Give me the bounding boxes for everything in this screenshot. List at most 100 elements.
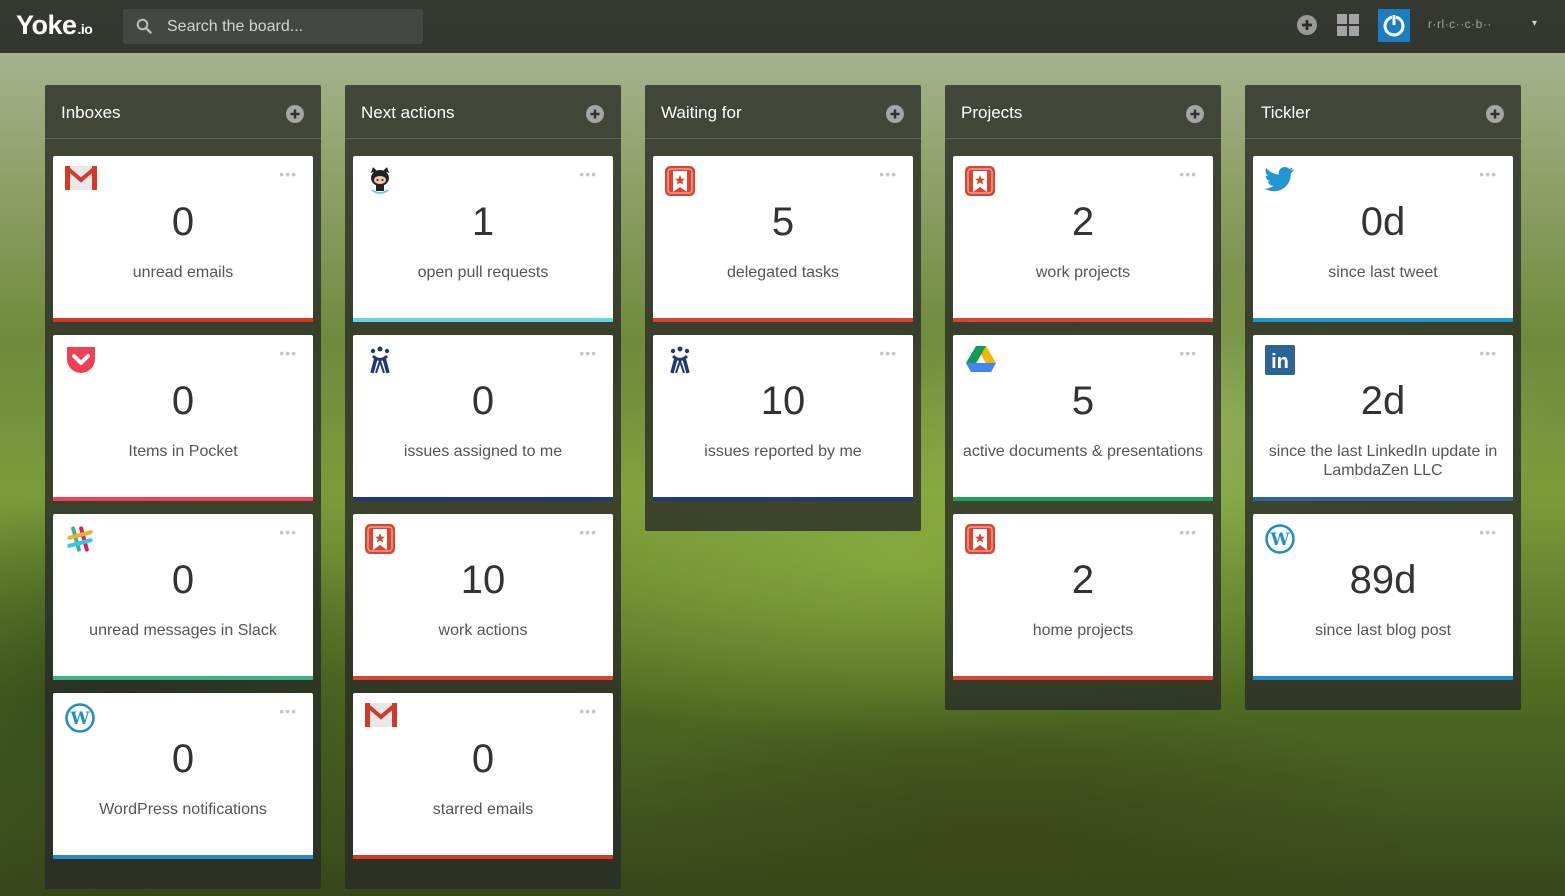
card-value: 0 <box>171 379 195 423</box>
search-box[interactable] <box>123 9 423 44</box>
card-color-bar <box>953 497 1213 501</box>
card-value: 1 <box>471 200 495 244</box>
slack-icon <box>65 524 97 554</box>
card-menu-icon[interactable]: ••• <box>1179 524 1197 540</box>
card-menu-icon[interactable]: ••• <box>279 524 297 540</box>
column-title: Inboxes <box>61 103 121 122</box>
widget-card[interactable]: ••• 10 issues reported by me <box>653 335 913 501</box>
widget-card[interactable]: ••• 5 active documents & presentations <box>953 335 1213 501</box>
card-menu-icon[interactable]: ••• <box>1179 166 1197 182</box>
linkedin-icon: in <box>1265 345 1297 375</box>
card-color-bar <box>53 676 313 680</box>
search-input[interactable] <box>165 13 419 41</box>
card-menu-icon[interactable]: ••• <box>279 345 297 361</box>
card-value: 10 <box>460 558 506 602</box>
card-menu-icon[interactable]: ••• <box>1179 345 1197 361</box>
column-projects: Projects ••• 2 work projects ••• 5 activ… <box>945 85 1221 710</box>
avatar[interactable] <box>1378 9 1410 47</box>
card-color-bar <box>1253 676 1513 680</box>
add-card-icon[interactable] <box>1186 105 1204 128</box>
jira-icon <box>665 345 697 375</box>
widget-card[interactable]: ••• 10 work actions <box>353 514 613 680</box>
card-menu-icon[interactable]: ••• <box>579 524 597 540</box>
widget-card[interactable]: ••• 0 unread emails <box>53 156 313 322</box>
card-value: 0 <box>471 379 495 423</box>
widget-card[interactable]: ••• 2 home projects <box>953 514 1213 680</box>
card-menu-icon[interactable]: ••• <box>279 166 297 182</box>
wordpress-icon: W <box>1265 524 1297 554</box>
app-logo[interactable]: Yoke.io <box>16 10 93 41</box>
widget-card[interactable]: ••• 0 unread messages in Slack <box>53 514 313 680</box>
widget-card[interactable]: ••• 2 work projects <box>953 156 1213 322</box>
card-label: Items in Pocket <box>128 443 238 460</box>
card-menu-icon[interactable]: ••• <box>579 345 597 361</box>
column-header: Next actions <box>345 85 621 139</box>
card-label: open pull requests <box>417 264 549 281</box>
card-menu-icon[interactable]: ••• <box>279 703 297 719</box>
widget-card[interactable]: ••• 1 open pull requests <box>353 156 613 322</box>
user-name[interactable]: r·rl·c··c·b·· <box>1428 17 1492 31</box>
card-label: since last blog post <box>1314 622 1452 639</box>
add-card-icon[interactable] <box>286 105 304 128</box>
card-label: unread messages in Slack <box>89 622 277 639</box>
card-color-bar <box>353 497 613 501</box>
card-color-bar <box>53 318 313 322</box>
card-label: WordPress notifications <box>99 801 267 818</box>
github-octocat-icon <box>365 166 397 196</box>
gmail-icon <box>65 166 97 196</box>
card-label: active documents & presentations <box>962 443 1204 460</box>
card-value: 0 <box>171 558 195 602</box>
widget-card[interactable]: ••• 0d since last tweet <box>1253 156 1513 322</box>
wunderlist-icon <box>965 166 997 196</box>
card-label: since the last LinkedIn update in Lambda… <box>1268 443 1498 479</box>
add-card-icon[interactable] <box>886 105 904 128</box>
column-title: Next actions <box>361 103 455 122</box>
add-icon[interactable] <box>1296 14 1318 41</box>
add-card-icon[interactable] <box>1486 105 1504 128</box>
card-label: starred emails <box>432 801 534 818</box>
svg-text:in: in <box>1271 351 1289 373</box>
card-color-bar <box>53 855 313 859</box>
svg-text:W: W <box>69 709 90 729</box>
search-icon <box>136 18 152 39</box>
card-menu-icon[interactable]: ••• <box>879 345 897 361</box>
wordpress-icon: W <box>65 703 97 733</box>
widget-card[interactable]: W ••• 89d since last blog post <box>1253 514 1513 680</box>
google-drive-icon <box>965 345 997 375</box>
card-menu-icon[interactable]: ••• <box>579 166 597 182</box>
card-label: home projects <box>1032 622 1134 639</box>
card-menu-icon[interactable]: ••• <box>1479 166 1497 182</box>
widget-card[interactable]: in ••• 2d since the last LinkedIn update… <box>1253 335 1513 501</box>
jira-icon <box>365 345 397 375</box>
widget-card[interactable]: ••• 0 issues assigned to me <box>353 335 613 501</box>
widget-card[interactable]: ••• 0 starred emails <box>353 693 613 859</box>
card-menu-icon[interactable]: ••• <box>1479 524 1497 540</box>
widget-card[interactable]: ••• 0 Items in Pocket <box>53 335 313 501</box>
card-menu-icon[interactable]: ••• <box>579 703 597 719</box>
widget-card[interactable]: W ••• 0 WordPress notifications <box>53 693 313 859</box>
widget-card[interactable]: ••• 5 delegated tasks <box>653 156 913 322</box>
card-value: 10 <box>760 379 806 423</box>
card-color-bar <box>653 318 913 322</box>
card-color-bar <box>353 318 613 322</box>
card-value: 5 <box>1071 379 1095 423</box>
card-value: 89d <box>1349 558 1417 602</box>
card-menu-icon[interactable]: ••• <box>879 166 897 182</box>
add-card-icon[interactable] <box>586 105 604 128</box>
column-next-actions: Next actions ••• 1 open pull requests ••… <box>345 85 621 889</box>
column-inboxes: Inboxes ••• 0 unread emails ••• 0 Items … <box>45 85 321 889</box>
chevron-down-icon[interactable]: ▾ <box>1532 18 1537 29</box>
wunderlist-icon <box>665 166 697 196</box>
card-label: unread emails <box>132 264 234 281</box>
column-header: Inboxes <box>45 85 321 139</box>
top-bar: Yoke.io r·rl·c··c·b·· ▾ <box>0 0 1565 53</box>
card-value: 2 <box>1071 200 1095 244</box>
card-menu-icon[interactable]: ••• <box>1479 345 1497 361</box>
column-title: Waiting for <box>661 103 742 122</box>
dashboard-grid-icon[interactable] <box>1337 14 1360 41</box>
column-waiting-for: Waiting for ••• 5 delegated tasks ••• 10… <box>645 85 921 531</box>
column-title: Tickler <box>1261 103 1311 122</box>
card-color-bar <box>953 676 1213 680</box>
card-value: 0d <box>1360 200 1406 244</box>
column-header: Waiting for <box>645 85 921 139</box>
